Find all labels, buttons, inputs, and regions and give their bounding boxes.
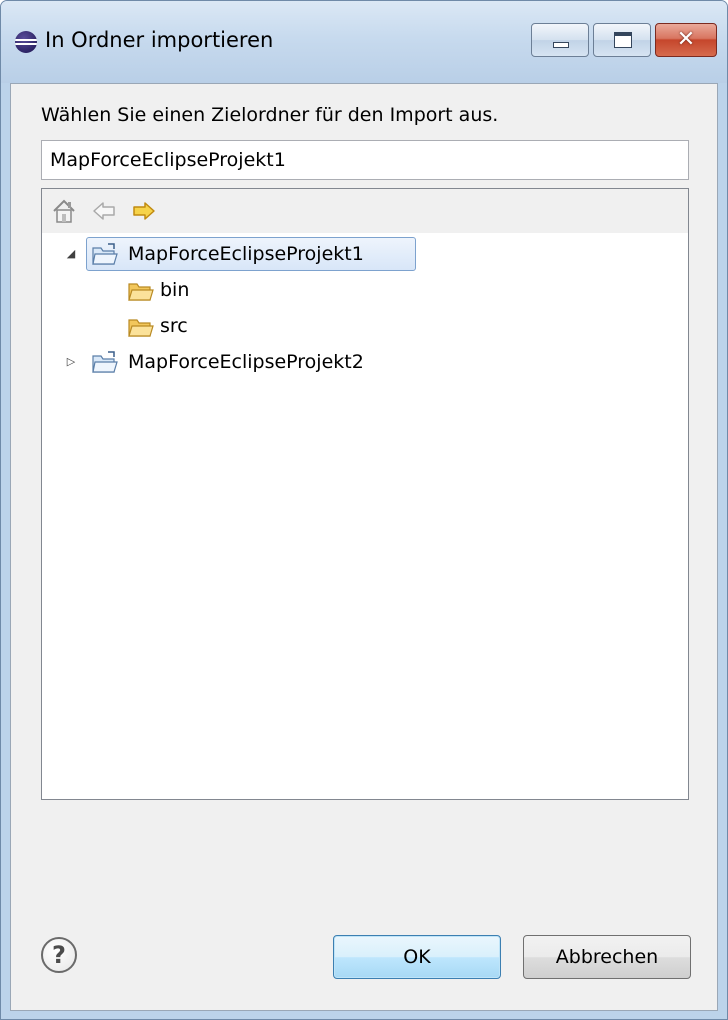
caption-buttons: ✕ <box>527 23 717 57</box>
expand-arrow-icon[interactable]: ▷ <box>64 355 78 369</box>
tree-node-project2[interactable]: ▷ MapForceEclipseProjekt2 <box>42 345 688 381</box>
dialog-window: In Ordner importieren ✕ Wählen Sie einen… <box>0 0 728 1020</box>
tree-node-label: MapForceEclipseProjekt2 <box>128 351 364 373</box>
forward-arrow-icon[interactable] <box>130 197 158 225</box>
tree-node-bin[interactable]: bin <box>42 273 688 309</box>
tree-node-project1[interactable]: ◢ MapForceEclipseProjekt1 <box>42 237 688 273</box>
maximize-icon <box>614 32 632 48</box>
home-icon[interactable] <box>50 197 78 225</box>
cancel-button[interactable]: Abbrechen <box>523 935 691 979</box>
tree-node-label: bin <box>160 279 190 301</box>
folder-icon <box>128 283 154 301</box>
tree-node-label: src <box>160 315 188 337</box>
ok-button[interactable]: OK <box>333 935 501 979</box>
project-folder-icon <box>92 351 118 373</box>
collapse-arrow-icon[interactable]: ◢ <box>64 247 78 261</box>
maximize-button[interactable] <box>593 23 651 57</box>
target-folder-input[interactable] <box>41 140 689 180</box>
minimize-button[interactable] <box>531 23 589 57</box>
help-icon[interactable]: ? <box>41 937 77 973</box>
eclipse-icon <box>15 31 37 53</box>
close-button[interactable]: ✕ <box>655 23 717 57</box>
prompt-label: Wählen Sie einen Zielordner für den Impo… <box>41 104 499 126</box>
project-folder-icon <box>92 243 118 265</box>
back-arrow-icon[interactable] <box>90 197 118 225</box>
tree-toolbar <box>42 189 688 233</box>
tree-node-label: MapForceEclipseProjekt1 <box>128 243 364 265</box>
folder-tree[interactable]: ◢ MapForceEclipseProjekt1 bin src ▷ MapF… <box>41 188 689 800</box>
dialog-body: Wählen Sie einen Zielordner für den Impo… <box>10 83 718 1011</box>
folder-icon <box>128 319 154 337</box>
close-icon: ✕ <box>676 27 696 52</box>
window-title: In Ordner importieren <box>45 28 274 52</box>
tree-node-src[interactable]: src <box>42 309 688 345</box>
title-bar[interactable]: In Ordner importieren ✕ <box>1 1 727 83</box>
minimize-icon <box>553 42 569 48</box>
